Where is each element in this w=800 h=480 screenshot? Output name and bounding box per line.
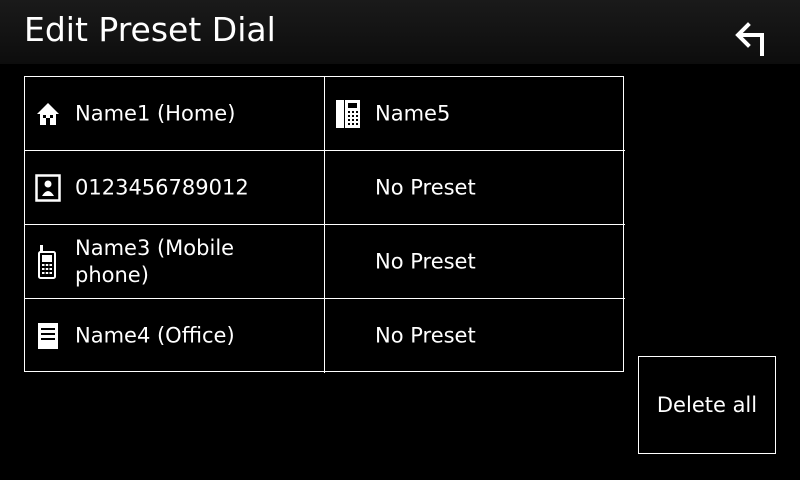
return-arrow-icon xyxy=(735,22,764,56)
preset-label: 0123456789012 xyxy=(75,175,249,199)
header-bar: Edit Preset Dial xyxy=(0,0,800,64)
preset-label: No Preset xyxy=(375,249,476,273)
preset-grid: Name1 (Home) Name5 0123456789012 No Pres… xyxy=(24,76,625,373)
preset-label: Name1 (Home) xyxy=(75,101,236,125)
preset-slot-1[interactable]: Name1 (Home) xyxy=(25,77,325,151)
preset-label: No Preset xyxy=(375,323,476,348)
office-icon xyxy=(33,319,63,353)
preset-slot-2[interactable]: 0123456789012 xyxy=(25,151,325,225)
preset-label: Name5 xyxy=(375,101,451,125)
preset-slot-8[interactable]: No Preset xyxy=(325,299,625,373)
mobile-phone-icon xyxy=(33,244,63,279)
edit-preset-dial-screen: Edit Preset Dial Name1 (Home) Name5 0123… xyxy=(0,0,800,480)
page-title: Edit Preset Dial xyxy=(24,10,276,49)
preset-slot-5[interactable]: Name5 xyxy=(325,77,625,151)
preset-slot-3[interactable]: Name3 (Mobile phone) xyxy=(25,225,325,299)
preset-label: No Preset xyxy=(375,175,476,199)
preset-label: Name3 (Mobile phone) xyxy=(75,235,235,287)
general-phone-icon xyxy=(333,97,363,131)
delete-all-button[interactable]: Delete all xyxy=(638,356,776,454)
back-button[interactable] xyxy=(726,16,782,62)
contact-icon xyxy=(33,171,63,205)
preset-slot-7[interactable]: No Preset xyxy=(325,225,625,299)
preset-slot-6[interactable]: No Preset xyxy=(325,151,625,225)
home-icon xyxy=(33,97,63,131)
preset-slot-4[interactable]: Name4 (Office) xyxy=(25,299,325,373)
preset-label: Name4 (Office) xyxy=(75,323,235,348)
